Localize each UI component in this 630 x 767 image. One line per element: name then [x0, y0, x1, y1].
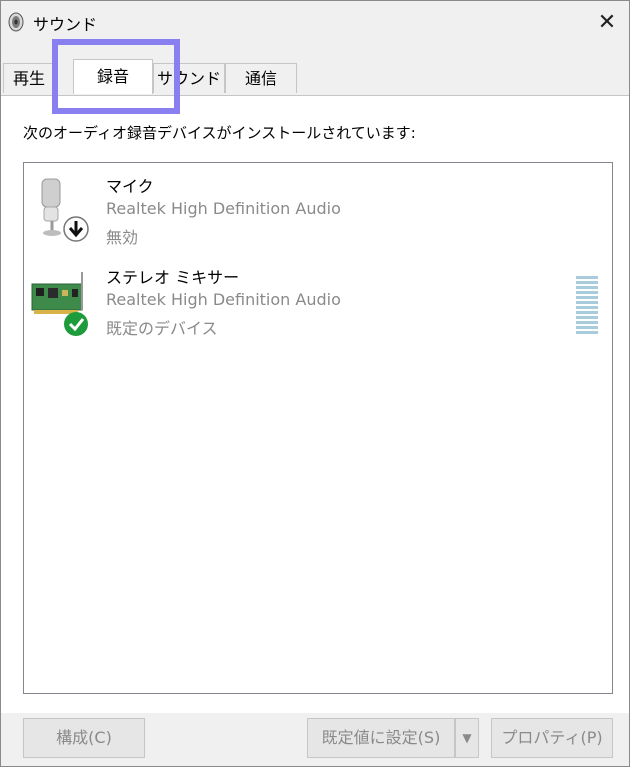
close-button[interactable]: ✕ [585, 1, 629, 43]
level-meter [576, 276, 598, 340]
tab-playback[interactable]: 再生 [3, 63, 55, 93]
device-status: 無効 [106, 228, 139, 247]
microphone-icon [41, 178, 89, 242]
set-default-dropdown-button[interactable]: ▼ [455, 718, 479, 758]
button-bar: 構成(C) 既定値に設定(S) ▼ プロパティ(P) [1, 712, 629, 766]
window-title: サウンド [33, 15, 98, 34]
recording-panel: 次のオーディオ録音デバイスがインストールされています: マイク Realtek … [1, 95, 629, 713]
speaker-app-icon [8, 12, 24, 32]
selected-tab-highlight [52, 39, 180, 114]
list-item[interactable]: ステレオ ミキサー Realtek High Definition Audio … [24, 262, 612, 352]
device-driver: Realtek High Definition Audio [106, 290, 341, 309]
configure-button[interactable]: 構成(C) [23, 718, 145, 758]
close-icon: ✕ [597, 9, 617, 35]
properties-button[interactable]: プロパティ(P) [491, 718, 613, 758]
sound-card-icon [31, 272, 88, 336]
disabled-arrow-badge-icon [63, 216, 89, 242]
device-status: 既定のデバイス [106, 319, 218, 338]
sound-dialog: サウンド ✕ 再生 録音 サウンド 通信 次のオーディオ録音デバイスがインストー… [0, 0, 630, 767]
device-name: マイク [106, 177, 154, 196]
instruction-text: 次のオーディオ録音デバイスがインストールされています: [23, 124, 416, 142]
list-item[interactable]: マイク Realtek High Definition Audio 無効 [24, 171, 612, 261]
device-name: ステレオ ミキサー [106, 268, 240, 287]
chevron-down-icon: ▼ [462, 731, 472, 745]
device-driver: Realtek High Definition Audio [106, 199, 341, 218]
device-list[interactable]: マイク Realtek High Definition Audio 無効 ステレ… [23, 162, 613, 694]
title-bar: サウンド ✕ [1, 1, 629, 43]
tab-communications[interactable]: 通信 [225, 63, 297, 93]
default-check-badge-icon [64, 312, 88, 336]
set-default-button[interactable]: 既定値に設定(S) [307, 718, 455, 758]
